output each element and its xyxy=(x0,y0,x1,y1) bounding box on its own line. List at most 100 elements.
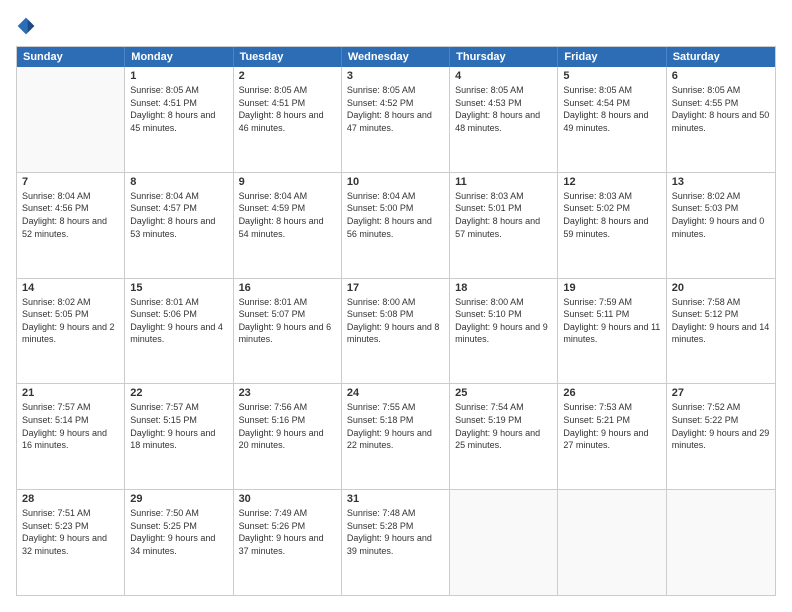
cell-info: Sunrise: 8:04 AMSunset: 4:56 PMDaylight:… xyxy=(22,191,107,239)
day-cell-13: 13 Sunrise: 8:02 AMSunset: 5:03 PMDaylig… xyxy=(667,173,775,278)
day-number: 21 xyxy=(22,387,119,399)
logo-icon xyxy=(16,16,36,36)
cell-info: Sunrise: 8:05 AMSunset: 4:53 PMDaylight:… xyxy=(455,85,540,133)
cell-info: Sunrise: 8:04 AMSunset: 5:00 PMDaylight:… xyxy=(347,191,432,239)
cell-info: Sunrise: 8:03 AMSunset: 5:02 PMDaylight:… xyxy=(563,191,648,239)
day-cell-26: 26 Sunrise: 7:53 AMSunset: 5:21 PMDaylig… xyxy=(558,384,666,489)
header-day-friday: Friday xyxy=(558,47,666,67)
day-number: 22 xyxy=(130,387,227,399)
day-cell-19: 19 Sunrise: 7:59 AMSunset: 5:11 PMDaylig… xyxy=(558,279,666,384)
day-cell-31: 31 Sunrise: 7:48 AMSunset: 5:28 PMDaylig… xyxy=(342,490,450,595)
day-number: 18 xyxy=(455,282,552,294)
cell-info: Sunrise: 8:05 AMSunset: 4:52 PMDaylight:… xyxy=(347,85,432,133)
day-number: 17 xyxy=(347,282,444,294)
cell-info: Sunrise: 8:04 AMSunset: 4:59 PMDaylight:… xyxy=(239,191,324,239)
day-cell-28: 28 Sunrise: 7:51 AMSunset: 5:23 PMDaylig… xyxy=(17,490,125,595)
day-cell-3: 3 Sunrise: 8:05 AMSunset: 4:52 PMDayligh… xyxy=(342,67,450,172)
day-cell-21: 21 Sunrise: 7:57 AMSunset: 5:14 PMDaylig… xyxy=(17,384,125,489)
day-cell-8: 8 Sunrise: 8:04 AMSunset: 4:57 PMDayligh… xyxy=(125,173,233,278)
cell-info: Sunrise: 8:05 AMSunset: 4:51 PMDaylight:… xyxy=(130,85,215,133)
header-day-monday: Monday xyxy=(125,47,233,67)
day-number: 6 xyxy=(672,70,770,82)
day-number: 10 xyxy=(347,176,444,188)
cell-info: Sunrise: 7:51 AMSunset: 5:23 PMDaylight:… xyxy=(22,508,107,556)
day-cell-18: 18 Sunrise: 8:00 AMSunset: 5:10 PMDaylig… xyxy=(450,279,558,384)
cell-info: Sunrise: 8:03 AMSunset: 5:01 PMDaylight:… xyxy=(455,191,540,239)
cell-info: Sunrise: 8:01 AMSunset: 5:06 PMDaylight:… xyxy=(130,297,223,345)
day-cell-12: 12 Sunrise: 8:03 AMSunset: 5:02 PMDaylig… xyxy=(558,173,666,278)
header-day-thursday: Thursday xyxy=(450,47,558,67)
day-cell-25: 25 Sunrise: 7:54 AMSunset: 5:19 PMDaylig… xyxy=(450,384,558,489)
cell-info: Sunrise: 8:02 AMSunset: 5:03 PMDaylight:… xyxy=(672,191,765,239)
calendar-row-0: 1 Sunrise: 8:05 AMSunset: 4:51 PMDayligh… xyxy=(17,67,775,172)
day-cell-5: 5 Sunrise: 8:05 AMSunset: 4:54 PMDayligh… xyxy=(558,67,666,172)
day-cell-14: 14 Sunrise: 8:02 AMSunset: 5:05 PMDaylig… xyxy=(17,279,125,384)
header-day-sunday: Sunday xyxy=(17,47,125,67)
header-day-wednesday: Wednesday xyxy=(342,47,450,67)
header-day-tuesday: Tuesday xyxy=(234,47,342,67)
cell-info: Sunrise: 8:01 AMSunset: 5:07 PMDaylight:… xyxy=(239,297,332,345)
day-number: 11 xyxy=(455,176,552,188)
day-cell-1: 1 Sunrise: 8:05 AMSunset: 4:51 PMDayligh… xyxy=(125,67,233,172)
day-number: 29 xyxy=(130,493,227,505)
cell-info: Sunrise: 7:53 AMSunset: 5:21 PMDaylight:… xyxy=(563,402,648,450)
day-number: 25 xyxy=(455,387,552,399)
day-number: 24 xyxy=(347,387,444,399)
day-number: 12 xyxy=(563,176,660,188)
day-cell-15: 15 Sunrise: 8:01 AMSunset: 5:06 PMDaylig… xyxy=(125,279,233,384)
cell-info: Sunrise: 8:00 AMSunset: 5:10 PMDaylight:… xyxy=(455,297,548,345)
day-cell-20: 20 Sunrise: 7:58 AMSunset: 5:12 PMDaylig… xyxy=(667,279,775,384)
empty-cell xyxy=(17,67,125,172)
day-cell-29: 29 Sunrise: 7:50 AMSunset: 5:25 PMDaylig… xyxy=(125,490,233,595)
day-cell-30: 30 Sunrise: 7:49 AMSunset: 5:26 PMDaylig… xyxy=(234,490,342,595)
empty-cell xyxy=(667,490,775,595)
day-number: 2 xyxy=(239,70,336,82)
day-number: 20 xyxy=(672,282,770,294)
cell-info: Sunrise: 8:05 AMSunset: 4:55 PMDaylight:… xyxy=(672,85,770,133)
day-number: 16 xyxy=(239,282,336,294)
cell-info: Sunrise: 7:58 AMSunset: 5:12 PMDaylight:… xyxy=(672,297,770,345)
empty-cell xyxy=(558,490,666,595)
calendar-row-2: 14 Sunrise: 8:02 AMSunset: 5:05 PMDaylig… xyxy=(17,278,775,384)
day-number: 26 xyxy=(563,387,660,399)
calendar-header: SundayMondayTuesdayWednesdayThursdayFrid… xyxy=(17,47,775,67)
calendar-row-1: 7 Sunrise: 8:04 AMSunset: 4:56 PMDayligh… xyxy=(17,172,775,278)
cell-info: Sunrise: 7:59 AMSunset: 5:11 PMDaylight:… xyxy=(563,297,660,345)
cell-info: Sunrise: 7:50 AMSunset: 5:25 PMDaylight:… xyxy=(130,508,215,556)
day-cell-7: 7 Sunrise: 8:04 AMSunset: 4:56 PMDayligh… xyxy=(17,173,125,278)
day-number: 5 xyxy=(563,70,660,82)
cell-info: Sunrise: 7:54 AMSunset: 5:19 PMDaylight:… xyxy=(455,402,540,450)
day-number: 8 xyxy=(130,176,227,188)
day-cell-27: 27 Sunrise: 7:52 AMSunset: 5:22 PMDaylig… xyxy=(667,384,775,489)
header-day-saturday: Saturday xyxy=(667,47,775,67)
day-cell-11: 11 Sunrise: 8:03 AMSunset: 5:01 PMDaylig… xyxy=(450,173,558,278)
day-number: 3 xyxy=(347,70,444,82)
day-cell-23: 23 Sunrise: 7:56 AMSunset: 5:16 PMDaylig… xyxy=(234,384,342,489)
day-number: 28 xyxy=(22,493,119,505)
day-cell-16: 16 Sunrise: 8:01 AMSunset: 5:07 PMDaylig… xyxy=(234,279,342,384)
day-number: 19 xyxy=(563,282,660,294)
cell-info: Sunrise: 8:05 AMSunset: 4:54 PMDaylight:… xyxy=(563,85,648,133)
day-cell-2: 2 Sunrise: 8:05 AMSunset: 4:51 PMDayligh… xyxy=(234,67,342,172)
cell-info: Sunrise: 7:55 AMSunset: 5:18 PMDaylight:… xyxy=(347,402,432,450)
day-number: 14 xyxy=(22,282,119,294)
day-cell-9: 9 Sunrise: 8:04 AMSunset: 4:59 PMDayligh… xyxy=(234,173,342,278)
cell-info: Sunrise: 7:57 AMSunset: 5:15 PMDaylight:… xyxy=(130,402,215,450)
day-number: 9 xyxy=(239,176,336,188)
cell-info: Sunrise: 7:57 AMSunset: 5:14 PMDaylight:… xyxy=(22,402,107,450)
day-number: 23 xyxy=(239,387,336,399)
day-cell-22: 22 Sunrise: 7:57 AMSunset: 5:15 PMDaylig… xyxy=(125,384,233,489)
day-number: 13 xyxy=(672,176,770,188)
day-number: 7 xyxy=(22,176,119,188)
day-number: 27 xyxy=(672,387,770,399)
cell-info: Sunrise: 7:56 AMSunset: 5:16 PMDaylight:… xyxy=(239,402,324,450)
cell-info: Sunrise: 7:49 AMSunset: 5:26 PMDaylight:… xyxy=(239,508,324,556)
calendar: SundayMondayTuesdayWednesdayThursdayFrid… xyxy=(16,46,776,596)
calendar-row-3: 21 Sunrise: 7:57 AMSunset: 5:14 PMDaylig… xyxy=(17,383,775,489)
day-number: 4 xyxy=(455,70,552,82)
day-number: 31 xyxy=(347,493,444,505)
cell-info: Sunrise: 7:48 AMSunset: 5:28 PMDaylight:… xyxy=(347,508,432,556)
cell-info: Sunrise: 7:52 AMSunset: 5:22 PMDaylight:… xyxy=(672,402,770,450)
empty-cell xyxy=(450,490,558,595)
cell-info: Sunrise: 8:02 AMSunset: 5:05 PMDaylight:… xyxy=(22,297,115,345)
